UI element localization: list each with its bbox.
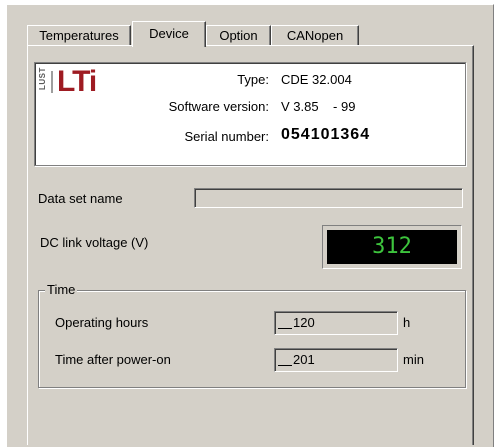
time-after-power-on-field: 201	[274, 348, 398, 372]
data-set-name-label: Data set name	[38, 191, 123, 206]
time-group: Time Operating hours 120 h Time after po…	[38, 282, 466, 388]
tab-device[interactable]: Device	[132, 21, 206, 47]
device-tab-panel: LUST LTi Type: CDE 32.004 Software versi…	[27, 45, 474, 445]
type-value: CDE 32.004	[281, 72, 352, 87]
device-properties-window: Temperatures Device Option CANopen LUST …	[0, 0, 495, 447]
tab-option[interactable]: Option	[206, 25, 271, 45]
serial-number-label: Serial number:	[184, 129, 269, 144]
lust-logo-text: LUST	[38, 67, 47, 90]
field-cursor-mark	[278, 365, 292, 366]
tab-temperatures[interactable]: Temperatures	[27, 25, 131, 45]
device-info-box: LUST LTi Type: CDE 32.004 Software versi…	[34, 62, 466, 166]
operating-hours-value: 120	[293, 315, 315, 330]
software-version-value: V 3.85 - 99	[281, 99, 356, 114]
time-after-power-on-unit: min	[403, 352, 424, 367]
software-version-label: Software version:	[168, 99, 269, 114]
time-group-title: Time	[45, 282, 78, 297]
serial-number-value: 054101364	[281, 126, 371, 143]
time-after-power-on-label: Time after power-on	[55, 352, 171, 367]
data-set-name-field[interactable]	[194, 188, 463, 208]
dc-link-voltage-label: DC link voltage (V)	[40, 235, 149, 250]
field-cursor-mark	[278, 328, 292, 329]
operating-hours-field: 120	[274, 311, 398, 335]
logo-divider	[51, 71, 53, 93]
operating-hours-unit: h	[403, 315, 411, 330]
tab-canopen[interactable]: CANopen	[271, 25, 359, 45]
operating-hours-label: Operating hours	[55, 315, 149, 330]
type-label: Type:	[237, 72, 269, 87]
dc-link-voltage-frame: 312	[322, 225, 462, 269]
dc-link-voltage-display: 312	[327, 230, 457, 264]
time-after-power-on-value: 201	[293, 352, 315, 367]
